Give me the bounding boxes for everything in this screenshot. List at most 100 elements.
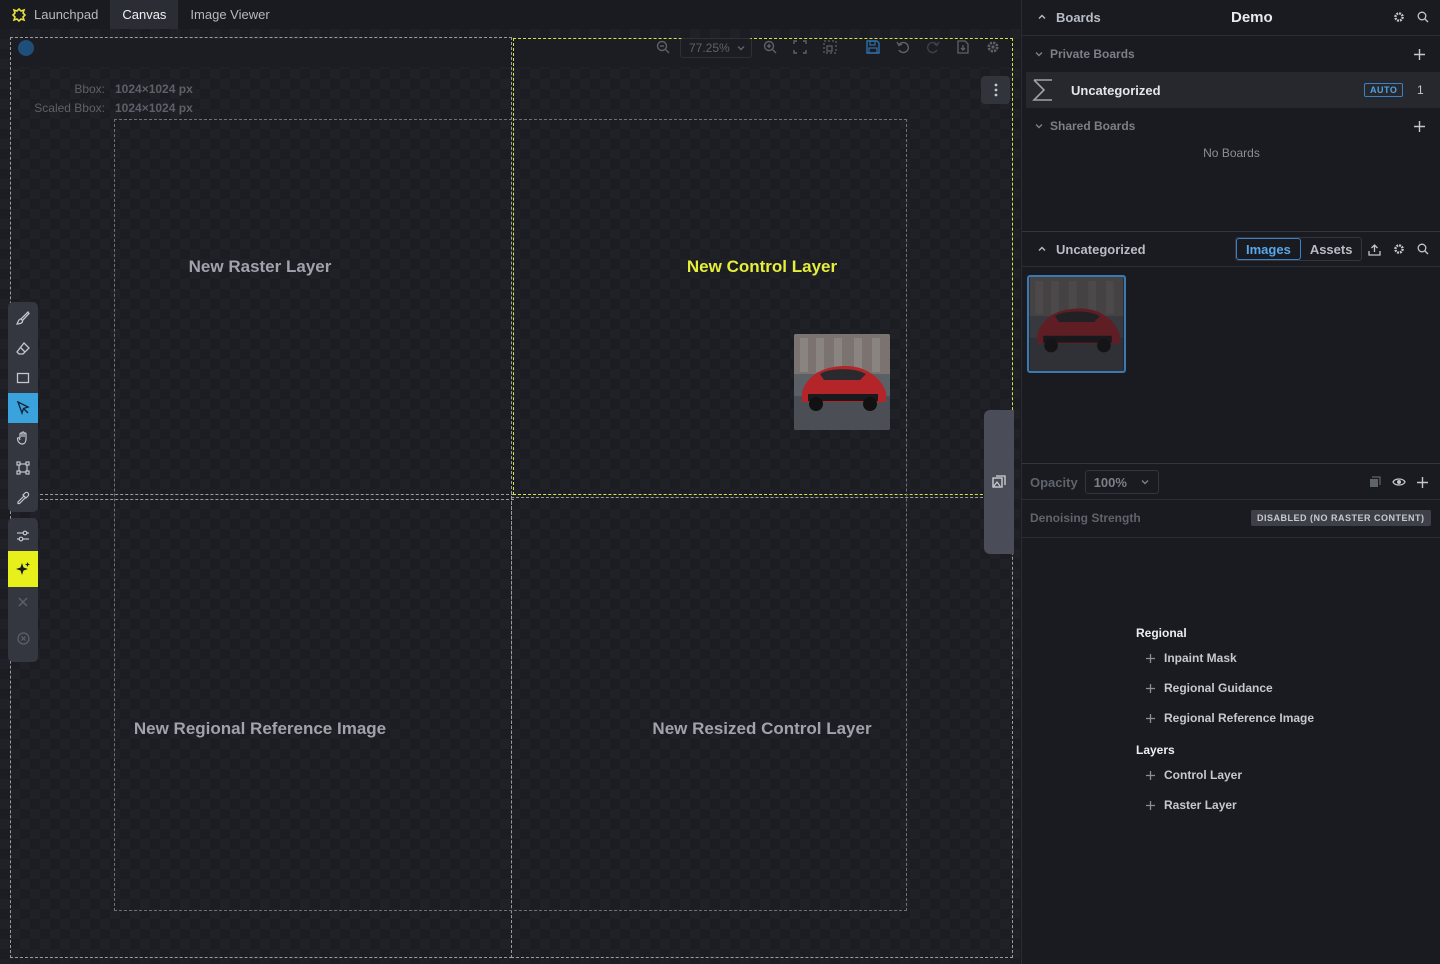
drop-target-new-control-layer[interactable]: New Control Layer xyxy=(687,257,837,277)
tab-canvas[interactable]: Canvas xyxy=(110,0,179,29)
color-picker-tool[interactable] xyxy=(8,483,38,513)
regional-section-title: Regional xyxy=(1136,626,1187,640)
cancel-current-button[interactable] xyxy=(8,587,38,617)
plus-icon xyxy=(1146,800,1155,810)
add-layer-plus-icon[interactable] xyxy=(1416,476,1429,489)
denoising-strength-row: Denoising Strength DISABLED (NO RASTER C… xyxy=(1022,506,1440,530)
duplicate-layer-icon[interactable] xyxy=(1369,476,1381,488)
rectangle-icon xyxy=(16,372,30,384)
plus-icon xyxy=(1146,653,1155,663)
sliders-icon xyxy=(17,530,29,542)
gallery-board-name: Uncategorized xyxy=(1056,241,1146,257)
zoom-out-icon[interactable] xyxy=(656,40,670,54)
brush-icon xyxy=(16,311,30,325)
eraser-tool[interactable] xyxy=(8,333,38,363)
brush-tool[interactable] xyxy=(8,303,38,333)
fit-bbox-icon[interactable] xyxy=(823,40,837,54)
circle-close-icon xyxy=(16,631,30,645)
dots-vertical-icon xyxy=(994,83,997,97)
save-icon[interactable] xyxy=(866,40,880,54)
plus-icon xyxy=(1146,770,1155,780)
boards-search-icon[interactable] xyxy=(1417,11,1429,23)
add-shared-board-plus-icon[interactable] xyxy=(1413,120,1426,133)
gallery-image-thumbnail[interactable] xyxy=(1027,275,1126,373)
fit-to-screen-icon[interactable] xyxy=(793,40,807,54)
drop-target-new-raster-layer[interactable]: New Raster Layer xyxy=(189,257,332,277)
add-inpaint-mask[interactable]: Inpaint Mask xyxy=(1145,651,1237,665)
zoom-select[interactable]: 77.25% xyxy=(680,38,752,58)
opacity-row: Opacity 100% xyxy=(1022,469,1440,495)
denoise-disabled-badge: DISABLED (NO RASTER CONTENT) xyxy=(1251,510,1431,526)
add-raster-layer[interactable]: Raster Layer xyxy=(1145,798,1237,812)
export-file-icon[interactable] xyxy=(956,40,970,54)
hand-icon xyxy=(16,431,27,445)
tab-launchpad[interactable]: Launchpad xyxy=(0,0,110,29)
current-board-name: Demo xyxy=(1231,8,1273,26)
images-icon xyxy=(992,475,1006,488)
gallery-search-icon[interactable] xyxy=(1417,243,1429,255)
eye-icon[interactable] xyxy=(1392,476,1406,488)
plus-icon xyxy=(1146,683,1155,693)
gallery-view-tabs: Images Assets xyxy=(1235,237,1363,261)
sparkles-logo-icon xyxy=(12,7,26,22)
eraser-icon xyxy=(16,342,30,355)
add-regional-reference-image[interactable]: Regional Reference Image xyxy=(1145,711,1314,725)
opacity-select[interactable]: 100% xyxy=(1084,470,1159,494)
uncategorized-board-icon xyxy=(1032,79,1052,101)
tab-assets[interactable]: Assets xyxy=(1301,238,1362,260)
settings-sliders-button[interactable] xyxy=(8,521,38,551)
board-image-count: 1 xyxy=(1417,83,1424,97)
chevron-up-icon[interactable] xyxy=(1037,12,1047,22)
action-palette xyxy=(8,518,38,662)
add-control-layer[interactable]: Control Layer xyxy=(1145,768,1242,782)
bbox-frame xyxy=(114,119,907,911)
chevron-down-icon xyxy=(737,46,745,51)
rectangle-tool[interactable] xyxy=(8,363,38,393)
close-icon xyxy=(18,597,28,607)
gallery-settings-gear-icon[interactable] xyxy=(1393,243,1405,255)
bbox-info: Bbox: 1024×1024 px Scaled Bbox: 1024×1024 … xyxy=(34,82,193,115)
upload-icon[interactable] xyxy=(1368,243,1381,256)
undo-icon[interactable] xyxy=(896,40,910,54)
right-panel: Boards Demo Private Boards Uncategorized… xyxy=(1021,0,1440,964)
chevron-down-icon xyxy=(1035,124,1043,129)
drop-target-new-regional-reference-image[interactable]: New Regional Reference Image xyxy=(134,719,386,739)
auto-add-badge: AUTO xyxy=(1364,83,1404,97)
dragged-car-image[interactable] xyxy=(794,334,890,430)
move-tool[interactable] xyxy=(8,393,38,423)
board-uncategorized[interactable]: Uncategorized AUTO 1 xyxy=(1026,72,1440,108)
private-boards-header[interactable]: Private Boards xyxy=(1022,42,1440,66)
canvas-menu-button[interactable] xyxy=(981,76,1010,104)
canvas-settings-gear-icon[interactable] xyxy=(986,40,1000,54)
zoom-in-icon[interactable] xyxy=(763,40,777,54)
gallery-header: Uncategorized Images Assets xyxy=(1022,236,1440,262)
chevron-down-icon xyxy=(1141,480,1149,485)
top-tab-bar: Launchpad Canvas Image Viewer xyxy=(0,0,1020,29)
layers-section-title: Layers xyxy=(1136,743,1175,757)
add-regional-guidance[interactable]: Regional Guidance xyxy=(1145,681,1273,695)
toggle-panel-handle[interactable] xyxy=(984,410,1014,554)
eyedropper-icon xyxy=(17,491,30,505)
cursor-arrow-icon xyxy=(16,401,30,415)
boards-title[interactable]: Boards xyxy=(1056,10,1101,25)
tab-images[interactable]: Images xyxy=(1236,238,1301,260)
view-tool[interactable] xyxy=(8,423,38,453)
shared-boards-header[interactable]: Shared Boards xyxy=(1022,114,1440,138)
redo-icon[interactable] xyxy=(926,40,940,54)
boards-settings-gear-icon[interactable] xyxy=(1393,11,1405,23)
chevron-down-icon xyxy=(1035,52,1043,57)
bbox-tool[interactable] xyxy=(8,453,38,483)
plus-icon xyxy=(1146,713,1155,723)
chevron-up-icon[interactable] xyxy=(1037,244,1047,254)
no-boards-text: No Boards xyxy=(1203,146,1260,160)
sparkle-icon xyxy=(16,562,30,575)
add-private-board-plus-icon[interactable] xyxy=(1413,48,1426,61)
bounding-box-icon xyxy=(16,461,30,475)
tab-image-viewer[interactable]: Image Viewer xyxy=(178,0,281,29)
boards-header: Boards Demo xyxy=(1022,5,1440,29)
tool-palette xyxy=(8,302,38,512)
status-indicator xyxy=(18,40,34,56)
invoke-button[interactable] xyxy=(8,551,38,587)
cancel-all-button[interactable] xyxy=(8,623,38,653)
drop-target-new-resized-control-layer[interactable]: New Resized Control Layer xyxy=(652,719,871,739)
